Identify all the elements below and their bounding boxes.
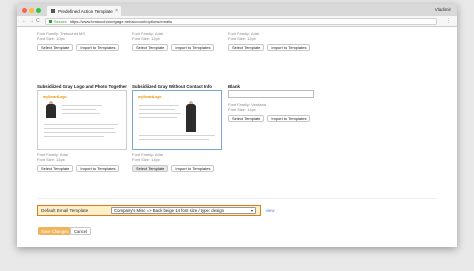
page-content: Font Family: Trebuchet MS Font Size: 10p… <box>17 27 457 247</box>
text-line <box>62 109 96 110</box>
tab-title: Predefined Action Template <box>58 8 113 14</box>
text-line <box>139 135 215 136</box>
font-size-text: Font Size: 12px <box>228 36 256 41</box>
url-text: https://www.bmtouchmortgage.net/account/… <box>69 19 172 24</box>
secure-label: Secure <box>54 19 67 24</box>
template-preview[interactable]: mySmartLogo <box>37 90 127 150</box>
default-email-template-row: Default Email Template Company's Misc =>… <box>37 205 261 216</box>
browser-menu-icon[interactable]: ⋮ <box>446 18 451 24</box>
import-to-templates-button[interactable]: Import to Templates <box>76 165 120 172</box>
select-template-button[interactable]: Select Template <box>37 44 74 51</box>
template-preview[interactable]: mySmartLogo <box>132 90 222 150</box>
url-field[interactable]: Secure https://www.bmtouchmortgage.net/a… <box>45 18 437 25</box>
text-line <box>62 113 100 114</box>
text-line <box>139 105 179 106</box>
template-card-blank: Blank Font Family: Verdana Font Size: 14… <box>228 84 318 122</box>
font-info: Font Family: Arial Font Size: 14px <box>37 152 68 162</box>
reload-icon[interactable]: C <box>36 18 40 24</box>
template-title: Subsidiized Gray Logo and Photo Together <box>37 84 127 89</box>
template-title: Blank <box>228 84 240 89</box>
font-info: Font Family: Verdana Font Size: 14px <box>228 102 266 112</box>
font-info: Font Family: Arial Font Size: 12px <box>228 31 259 41</box>
font-info: Font Family: Trebuchet MS Font Size: 10p… <box>37 31 85 41</box>
tab-bar: Predefined Action Template × Vladimir <box>17 4 457 16</box>
select-template-button[interactable]: Select Template <box>132 44 169 51</box>
import-to-templates-button[interactable]: Import to Templates <box>171 165 215 172</box>
font-size-text: Font Size: 12px <box>132 36 160 41</box>
save-changes-button[interactable]: Save Changes <box>38 227 72 235</box>
browser-tab[interactable]: Predefined Action Template × <box>47 6 121 16</box>
text-line <box>62 105 102 106</box>
import-to-templates-button[interactable]: Import to Templates <box>171 44 215 51</box>
font-size-text: Font Size: 14px <box>37 157 65 162</box>
default-email-template-label: Default Email Template <box>41 208 89 213</box>
text-line <box>139 139 209 140</box>
select-template-button[interactable]: Select Template <box>37 165 74 172</box>
chevron-down-icon: ▾ <box>250 208 253 213</box>
font-info: Font Family: Arial Font Size: 14px <box>132 152 163 162</box>
text-line <box>44 132 116 133</box>
text-line <box>139 117 177 118</box>
favicon-icon <box>51 9 55 13</box>
font-size-text: Font Size: 14px <box>132 157 160 162</box>
text-line <box>139 109 175 110</box>
maximize-window-button[interactable] <box>36 8 41 13</box>
font-size-text: Font Size: 10px <box>37 36 65 41</box>
select-template-button[interactable]: Select Template <box>132 165 169 172</box>
selected-option-text: Company's Misc => Back beige 14 font siz… <box>114 208 224 213</box>
select-template-button[interactable]: Select Template <box>228 44 265 51</box>
lock-icon <box>49 20 52 23</box>
person-body-icon <box>186 104 196 132</box>
text-line <box>139 113 181 114</box>
font-info: Font Family: Arial Font Size: 12px <box>132 31 163 41</box>
text-line <box>44 124 118 125</box>
text-line <box>44 128 114 129</box>
template-card-logo-photo: Subsidiized Gray Logo and Photo Together… <box>37 84 127 172</box>
view-link[interactable]: view <box>266 208 274 213</box>
template-logo: mySmartLogo <box>43 95 67 99</box>
forward-arrow-icon[interactable]: → <box>29 18 34 24</box>
back-arrow-icon[interactable]: ← <box>22 18 27 24</box>
import-to-templates-button[interactable]: Import to Templates <box>267 115 311 122</box>
font-size-text: Font Size: 14px <box>228 107 256 112</box>
import-to-templates-button[interactable]: Import to Templates <box>267 44 311 51</box>
close-window-button[interactable] <box>22 8 27 13</box>
cancel-button[interactable]: Cancel <box>70 227 92 235</box>
divider <box>37 198 437 199</box>
default-email-template-select[interactable]: Company's Misc => Back beige 14 font siz… <box>111 207 256 214</box>
person-body-icon <box>46 104 56 118</box>
blank-template-preview[interactable] <box>228 90 314 98</box>
template-title: Subsidiized Gray Without Contact Info <box>132 84 212 89</box>
text-line <box>44 136 104 137</box>
template-card-no-contact: Subsidiized Gray Without Contact Info my… <box>132 84 222 172</box>
template-logo: mySmartLogo <box>138 95 162 99</box>
profile-name[interactable]: Vladimir <box>435 7 451 12</box>
address-bar: ← → C Secure https://www.bmtouchmortgage… <box>17 16 457 27</box>
import-to-templates-button[interactable]: Import to Templates <box>76 44 120 51</box>
tab-close-icon[interactable]: × <box>115 8 118 14</box>
select-template-button[interactable]: Select Template <box>228 115 265 122</box>
minimize-window-button[interactable] <box>29 8 34 13</box>
browser-window: Predefined Action Template × Vladimir ← … <box>17 4 457 247</box>
